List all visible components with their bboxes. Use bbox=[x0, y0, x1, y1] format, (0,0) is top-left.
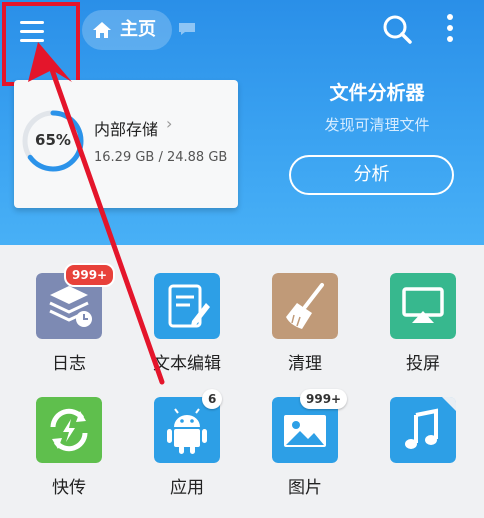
analyzer-subtitle: 发现可清理文件 bbox=[324, 116, 430, 134]
log-badge: 999+ bbox=[64, 263, 116, 287]
storage-percent: 65% bbox=[35, 131, 71, 149]
tile-transfer[interactable]: 快传 bbox=[14, 397, 124, 517]
tile-music[interactable] bbox=[368, 397, 478, 517]
tile-label: 日志 bbox=[52, 354, 86, 374]
more-icon bbox=[447, 14, 453, 20]
transfer-icon bbox=[36, 397, 102, 463]
tile-label: 图片 bbox=[288, 478, 322, 498]
chevron-right-icon: › bbox=[166, 114, 173, 133]
analyzer-title: 文件分析器 bbox=[329, 82, 425, 104]
tile-label: 清理 bbox=[288, 354, 322, 374]
storage-title: 内部存储 bbox=[94, 120, 159, 139]
music-icon bbox=[390, 397, 456, 463]
tools-grid: 999+ 日志 文本编辑 清理 投屏 快传 6 应用 999+ 图片 bbox=[0, 245, 484, 518]
home-icon bbox=[93, 22, 111, 38]
tile-cast[interactable]: 投屏 bbox=[368, 273, 478, 393]
home-tab[interactable]: 主页 bbox=[82, 10, 172, 50]
cast-icon bbox=[390, 273, 456, 339]
annotation-highlight-box bbox=[2, 2, 80, 86]
text-edit-icon bbox=[154, 273, 220, 339]
tile-label: 快传 bbox=[52, 478, 86, 498]
more-options-button[interactable] bbox=[440, 12, 460, 46]
tile-label: 应用 bbox=[170, 478, 204, 498]
home-label: 主页 bbox=[120, 19, 156, 40]
tile-clean[interactable]: 清理 bbox=[250, 273, 360, 393]
search-icon[interactable] bbox=[380, 12, 414, 46]
tile-text-edit[interactable]: 文本编辑 bbox=[132, 273, 242, 393]
images-badge: 999+ bbox=[300, 389, 348, 409]
header: 主页 65% 内部存储 › 16.29 GB / 24.88 GB 文件分析器 … bbox=[0, 0, 484, 245]
tile-log[interactable]: 999+ 日志 bbox=[14, 263, 124, 393]
tile-apps[interactable]: 6 应用 bbox=[132, 389, 242, 517]
window-icon[interactable] bbox=[178, 22, 196, 36]
broom-icon bbox=[272, 273, 338, 339]
tile-images[interactable]: 999+ 图片 bbox=[250, 389, 360, 517]
storage-size: 16.29 GB / 24.88 GB bbox=[94, 150, 228, 165]
analyze-button[interactable]: 分析 bbox=[289, 155, 454, 195]
tile-label: 投屏 bbox=[406, 354, 440, 374]
internal-storage-card[interactable]: 65% 内部存储 › 16.29 GB / 24.88 GB bbox=[14, 80, 238, 208]
tile-label: 文本编辑 bbox=[153, 354, 221, 374]
